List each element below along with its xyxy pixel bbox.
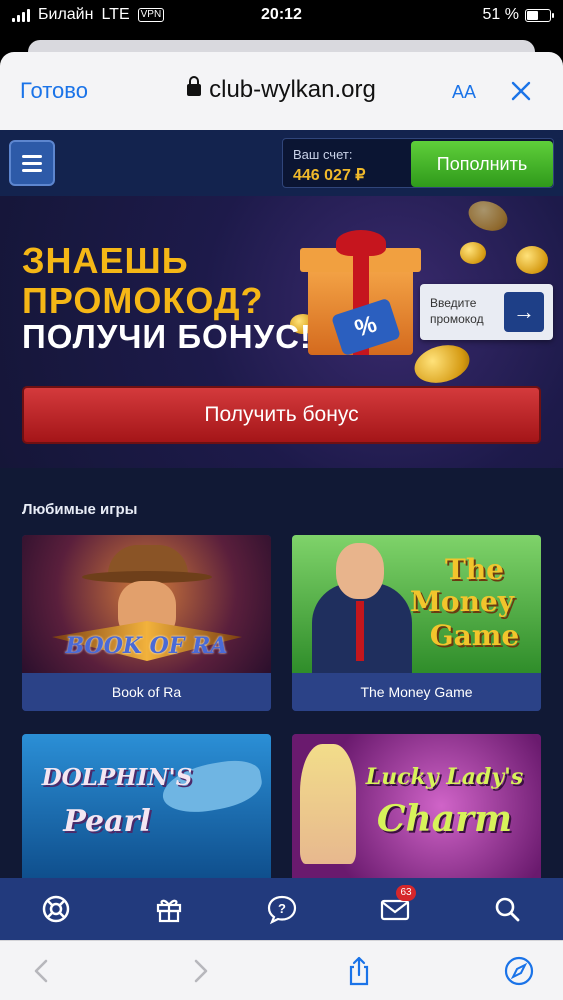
- promo-headline-1: ЗНАЕШЬ: [22, 240, 189, 281]
- compass-icon[interactable]: [503, 955, 535, 987]
- game-logo-text: Money: [409, 585, 515, 618]
- game-card-book-of-ra[interactable]: BOOK OF RA Book of Ra: [22, 535, 271, 711]
- mail-icon[interactable]: 63: [378, 885, 416, 926]
- game-title: Book of Ra: [22, 673, 271, 711]
- text-size-label: AA: [452, 82, 477, 102]
- game-thumbnail: The Money Game: [292, 535, 541, 673]
- hamburger-icon[interactable]: [9, 140, 55, 186]
- game-logo-text: BOOK OF RA: [65, 633, 228, 659]
- close-icon[interactable]: [510, 80, 532, 104]
- game-card-lucky-ladys-charm[interactable]: Lucky Lady's Charm: [292, 734, 541, 878]
- coin-decoration: [460, 242, 486, 264]
- gift-icon[interactable]: [152, 892, 186, 926]
- lock-icon: [187, 76, 202, 96]
- text-size-button[interactable]: AA: [452, 82, 476, 103]
- face-illustration: [336, 543, 384, 599]
- status-right: 51 %: [482, 6, 554, 24]
- game-logo-text: Pearl: [63, 804, 151, 839]
- game-card-dolphins-pearl[interactable]: DOLPHIN'S Pearl: [22, 734, 271, 878]
- section-title: Любимые игры: [22, 501, 138, 518]
- topup-button[interactable]: Пополнить: [411, 141, 553, 187]
- game-thumbnail: BOOK OF RA: [22, 535, 271, 673]
- coin-decoration: [464, 196, 512, 236]
- promo-banner: ЗНАЕШЬ ПРОМОКОД? ПОЛУЧИ БОНУС! % Введите…: [0, 196, 563, 468]
- status-bar: Билайн LTE VPN 20:12 51 %: [0, 0, 563, 32]
- gift-bow: [336, 230, 386, 256]
- back-icon[interactable]: [26, 955, 58, 987]
- lady-illustration: [300, 744, 356, 864]
- coin-decoration: [410, 339, 474, 389]
- game-title: The Money Game: [292, 673, 541, 711]
- promo-code-field[interactable]: Введите промокод →: [420, 284, 553, 340]
- promo-code-placeholder: Введите промокод: [430, 296, 484, 326]
- game-logo-text: Game: [429, 619, 520, 652]
- battery-fill: [527, 10, 539, 20]
- account-balance: 446 027 ₽: [293, 167, 366, 184]
- game-card-money-game[interactable]: The Money Game The Money Game: [292, 535, 541, 711]
- game-logo-text: Lucky Lady's: [365, 764, 524, 790]
- site-bottom-nav: ? 63: [0, 878, 563, 940]
- game-thumbnail: Lucky Lady's Charm: [292, 734, 541, 878]
- favorite-games-section: Любимые игры BOOK OF RA Book of Ra The M…: [0, 468, 563, 878]
- promo-headline-2: ПРОМОКОД?: [22, 280, 264, 321]
- get-bonus-button[interactable]: Получить бонус: [22, 386, 541, 444]
- tie-illustration: [356, 601, 364, 661]
- game-thumbnail: DOLPHIN'S Pearl: [22, 734, 271, 878]
- account-panel: Ваш счет: 446 027 ₽ Пополнить: [282, 138, 554, 188]
- promo-headline-3: ПОЛУЧИ БОНУС!: [22, 318, 312, 355]
- game-logo-text: Charm: [376, 798, 513, 840]
- search-icon[interactable]: [490, 892, 524, 926]
- battery-icon: [525, 8, 554, 22]
- game-logo-text: DOLPHIN'S: [41, 764, 193, 791]
- address-bar[interactable]: club-wylkan.org: [0, 76, 563, 104]
- coin-decoration: [516, 246, 548, 274]
- mail-badge: 63: [396, 885, 416, 901]
- battery-percent: 51 %: [482, 6, 519, 23]
- svg-text:?: ?: [278, 901, 286, 916]
- browser-toolbar: [0, 940, 563, 1000]
- lifebuoy-icon[interactable]: [39, 892, 73, 926]
- clock: 20:12: [261, 6, 302, 23]
- share-icon[interactable]: [343, 955, 375, 987]
- arrow-right-icon[interactable]: →: [504, 292, 544, 332]
- forward-icon[interactable]: [184, 955, 216, 987]
- browser-bar: Готово club-wylkan.org AA: [0, 52, 563, 182]
- account-label: Ваш счет:: [293, 147, 353, 162]
- site-header: Ваш счет: 446 027 ₽ Пополнить: [0, 130, 563, 196]
- chat-icon[interactable]: ?: [265, 892, 299, 926]
- url-text: club-wylkan.org: [209, 76, 376, 103]
- game-logo-text: The: [444, 553, 504, 586]
